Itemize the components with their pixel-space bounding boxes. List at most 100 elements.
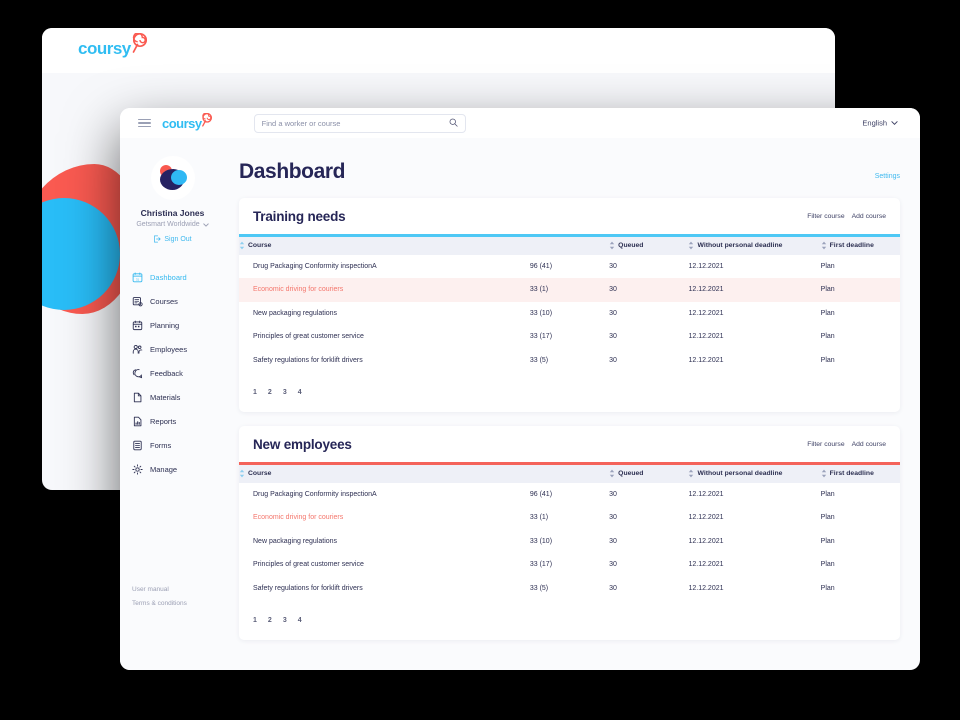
add-course-button[interactable]: Add course: [852, 213, 886, 220]
table-body: Drug Packaging Conformity inspectionA 96 …: [239, 255, 900, 373]
cell-queued: 30: [609, 286, 617, 294]
table-row[interactable]: Principles of great customer service 33 (…: [239, 325, 900, 349]
cell-progress: 33 (10): [529, 309, 553, 317]
sidebar: Christina Jones Getsmart Worldwide Sign …: [120, 138, 225, 670]
sign-out-icon: [154, 235, 162, 243]
avatar-cyan-dot: [170, 170, 187, 185]
search-box[interactable]: [253, 113, 466, 133]
cell-progress: 96 (41): [529, 262, 553, 270]
cell-first-deadline: Plan: [820, 490, 835, 498]
cell-first-deadline: Plan: [820, 584, 835, 592]
cell-queued: 30: [609, 514, 617, 522]
cell-progress: 33 (5): [529, 584, 549, 592]
sidebar-item-label: Dashboard: [150, 272, 187, 282]
settings-link[interactable]: Settings: [875, 173, 900, 180]
language-selector[interactable]: English: [862, 119, 898, 128]
cell-without-personal-deadline: 12.12.2021: [688, 262, 724, 270]
training-needs-table: Course Queued Without personal deadline …: [239, 236, 900, 373]
user-manual-link[interactable]: User manual: [132, 586, 187, 593]
coursy-lollipop-icon: [201, 112, 214, 134]
filter-course-button[interactable]: Filter course: [807, 441, 844, 448]
search-input[interactable]: [261, 118, 445, 128]
cell-progress: 33 (5): [529, 356, 549, 364]
table-row[interactable]: Safety regulations for forklift drivers 3…: [239, 577, 900, 601]
cell-course: Economic driving for couriers: [253, 514, 344, 522]
page-number[interactable]: 4: [298, 389, 302, 396]
cell-queued: 30: [609, 584, 617, 592]
calendar-dashboard-icon: 31: [132, 272, 143, 282]
table-row[interactable]: New packaging regulations 33 (10) 30 12.12.…: [239, 530, 900, 554]
avatar[interactable]: [150, 156, 195, 200]
cell-without-personal-deadline: 12.12.2021: [688, 584, 724, 592]
sidebar-item-materials[interactable]: Materials: [132, 385, 225, 409]
column-header-without-personal-deadline[interactable]: Without personal deadline: [688, 237, 820, 255]
terms-conditions-link[interactable]: Terms & conditions: [132, 600, 187, 607]
table-row[interactable]: Drug Packaging Conformity inspectionA 96 …: [239, 255, 900, 279]
app-window: coursy English: [120, 108, 920, 670]
cell-without-personal-deadline: 12.12.2021: [688, 286, 724, 294]
brand-wordmark[interactable]: coursy: [162, 117, 202, 130]
column-header-progress: [530, 237, 609, 255]
page-number[interactable]: 1: [253, 617, 257, 624]
sidebar-item-employees[interactable]: Employees: [132, 337, 225, 361]
filter-course-button[interactable]: Filter course: [807, 213, 844, 220]
page-number[interactable]: 4: [298, 617, 302, 624]
app-topbar: coursy English: [120, 108, 920, 138]
page-number[interactable]: 2: [268, 617, 272, 624]
table-body: Drug Packaging Conformity inspectionA 96 …: [239, 483, 900, 601]
cell-progress: 33 (17): [529, 561, 553, 569]
add-course-button[interactable]: Add course: [852, 441, 886, 448]
table-row[interactable]: New packaging regulations 33 (10) 30 12.12.…: [239, 302, 900, 326]
page-number[interactable]: 3: [283, 389, 287, 396]
sidebar-item-dashboard[interactable]: 31 Dashboard: [132, 265, 225, 289]
page-number[interactable]: 1: [253, 389, 257, 396]
cell-without-personal-deadline: 12.12.2021: [688, 333, 724, 341]
sign-out-button[interactable]: Sign Out: [120, 235, 225, 243]
table-row[interactable]: Safety regulations for forklift drivers 3…: [239, 349, 900, 373]
cell-queued: 30: [609, 490, 617, 498]
sidebar-item-courses[interactable]: Courses: [132, 289, 225, 313]
table-row[interactable]: Economic driving for couriers 33 (1) 30 12.…: [239, 278, 900, 302]
coursy-lollipop-icon: [131, 32, 150, 60]
column-header-queued[interactable]: Queued: [609, 465, 688, 483]
column-label: Queued: [618, 242, 644, 249]
sidebar-item-feedback[interactable]: Feedback: [132, 361, 225, 385]
sidebar-item-label: Courses: [150, 296, 178, 306]
sidebar-item-planning[interactable]: Planning: [132, 313, 225, 337]
column-header-course[interactable]: Course: [239, 465, 530, 483]
cell-first-deadline: Plan: [820, 262, 835, 270]
cell-without-personal-deadline: 12.12.2021: [688, 561, 724, 569]
sidebar-item-manage[interactable]: Manage: [132, 457, 225, 481]
page-number[interactable]: 2: [268, 389, 272, 396]
sidebar-item-forms[interactable]: Forms: [132, 433, 225, 457]
sidebar-nav: 31 Dashboard Courses Planning Employees …: [120, 265, 225, 481]
table-row[interactable]: Drug Packaging Conformity inspectionA 96 …: [239, 483, 900, 507]
table-row[interactable]: Economic driving for couriers 33 (1) 30 12.…: [239, 506, 900, 530]
column-header-course[interactable]: Course: [239, 237, 530, 255]
cell-queued: 30: [609, 262, 617, 270]
cell-queued: 30: [609, 537, 617, 545]
column-label: Course: [248, 242, 272, 249]
sort-icon: [609, 469, 615, 478]
table-header: Course Queued Without personal deadline …: [239, 464, 900, 483]
cell-without-personal-deadline: 12.12.2021: [688, 309, 724, 317]
cell-queued: 30: [609, 356, 617, 364]
column-header-first-deadline[interactable]: First deadline: [821, 237, 900, 255]
cell-course: New packaging regulations: [253, 537, 338, 545]
organization-selector[interactable]: Getsmart Worldwide: [120, 221, 225, 228]
page-number[interactable]: 3: [283, 617, 287, 624]
hamburger-icon[interactable]: [138, 118, 151, 128]
column-header-queued[interactable]: Queued: [609, 237, 688, 255]
calendar-icon: [132, 320, 143, 330]
card-actions: Filter course Add course: [807, 213, 886, 220]
table-row[interactable]: Principles of great customer service 33 (…: [239, 553, 900, 577]
sort-icon: [609, 241, 615, 250]
bar-chart-icon: [133, 416, 142, 426]
column-header-without-personal-deadline[interactable]: Without personal deadline: [688, 465, 820, 483]
table-header: Course Queued Without personal deadline …: [239, 236, 900, 255]
sidebar-item-label: Reports: [150, 416, 177, 426]
search-icon[interactable]: [449, 114, 458, 132]
card-new-employees: New employees Filter course Add course C…: [239, 426, 900, 640]
sidebar-item-reports[interactable]: Reports: [132, 409, 225, 433]
column-header-first-deadline[interactable]: First deadline: [821, 465, 900, 483]
